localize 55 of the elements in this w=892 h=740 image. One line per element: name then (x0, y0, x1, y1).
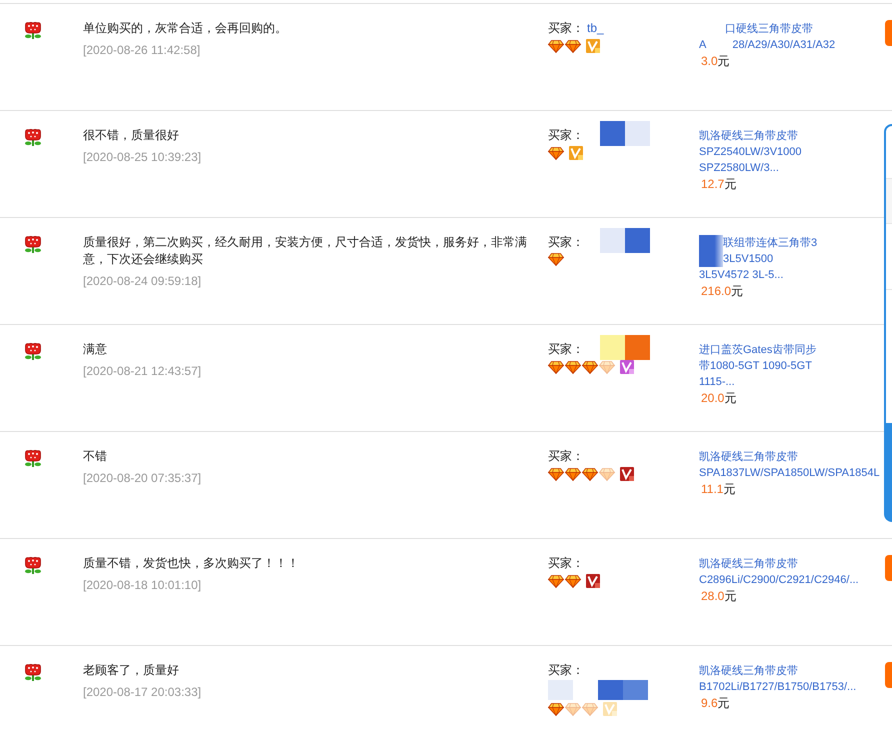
currency-unit: 元 (724, 177, 736, 191)
product-link[interactable]: 凯洛硬线三角带皮带 C2896Li/C2900/C2921/C2946/... (699, 556, 859, 588)
redaction-block (699, 251, 723, 267)
review-date: [2020-08-24 09:59:18] (83, 273, 202, 290)
price-value: 12.7 (701, 177, 724, 191)
price-value: 216.0 (701, 284, 732, 298)
product-link[interactable]: 联组带连体三角带3 3L5V1500 3L5V4572 3L-5... (699, 235, 818, 283)
product-link[interactable]: 口硬线三角带皮带 A 28/A29/A30/A31/A32 (699, 21, 836, 53)
review-date: [2020-08-26 11:42:58] (83, 42, 200, 59)
buyer-label: 买家： (548, 235, 584, 249)
redaction-block (699, 235, 723, 251)
comment-text: 满意 (83, 341, 107, 358)
buyer-label: 买家： (548, 449, 584, 463)
currency-unit: 元 (724, 589, 736, 603)
currency-unit: 元 (718, 696, 730, 710)
comment-text: 不错 (83, 448, 107, 465)
currency-unit: 元 (723, 482, 736, 496)
review-date: [2020-08-18 10:01:10] (83, 577, 202, 594)
buyer-name[interactable]: tb_ (587, 21, 604, 35)
comment-text: 质量不错，发货也快，多次购买了！！！ (83, 555, 299, 572)
price-value: 11.1 (701, 482, 724, 496)
comment-text: 很不错，质量很好 (83, 127, 179, 144)
currency-unit: 元 (718, 54, 730, 68)
flower-icon (25, 664, 41, 682)
price-value: 9.6 (701, 696, 718, 710)
price-value: 20.0 (701, 391, 724, 405)
product-link[interactable]: 凯洛硬线三角带皮带 SPA1837LW/SPA1850LW/SPA1854L (699, 449, 880, 481)
comment-text: 质量很好，第二次购买，经久耐用，安装方便，尺寸合适，发货快，服务好，非常满意，下次还会继续购买 (83, 234, 528, 268)
action-button[interactable] (885, 662, 892, 688)
price-value: 3.0 (701, 54, 718, 68)
buyer-label: 买家： (548, 21, 584, 35)
product-link[interactable]: 凯洛硬线三角带皮带 B1702Li/B1727/B1750/B1753/... (699, 663, 856, 695)
buyer-label: 买家： (548, 342, 584, 356)
product-link[interactable]: 进口盖茨Gates齿带同步 带1080-5GT 1090-5GT 1115-... (699, 342, 816, 390)
flower-icon (25, 343, 41, 360)
buyer-label: 买家： (548, 128, 584, 142)
buyer-label: 买家： (548, 663, 584, 677)
review-date: [2020-08-20 07:35:37] (83, 470, 202, 487)
buyer-label: 买家： (548, 556, 584, 570)
comment-text: 老顾客了，质量好 (83, 662, 179, 679)
currency-unit: 元 (731, 284, 744, 298)
flower-icon (25, 557, 41, 574)
currency-unit: 元 (724, 391, 736, 405)
action-button[interactable] (885, 20, 892, 46)
flower-icon (25, 129, 41, 146)
flower-icon (25, 22, 41, 40)
action-button[interactable] (885, 555, 892, 581)
price-value: 28.0 (701, 589, 724, 603)
product-link[interactable]: 凯洛硬线三角带皮带 SPZ2540LW/3V1000 SPZ2580LW/3... (699, 128, 802, 176)
comment-text: 单位购买的，灰常合适，会再回购的。 (83, 20, 287, 37)
review-date: [2020-08-25 10:39:23] (83, 149, 202, 166)
review-date: [2020-08-21 12:43:57] (83, 363, 202, 380)
flower-icon (25, 450, 41, 468)
flower-icon (25, 236, 41, 254)
review-date: [2020-08-17 20:03:33] (83, 684, 202, 701)
